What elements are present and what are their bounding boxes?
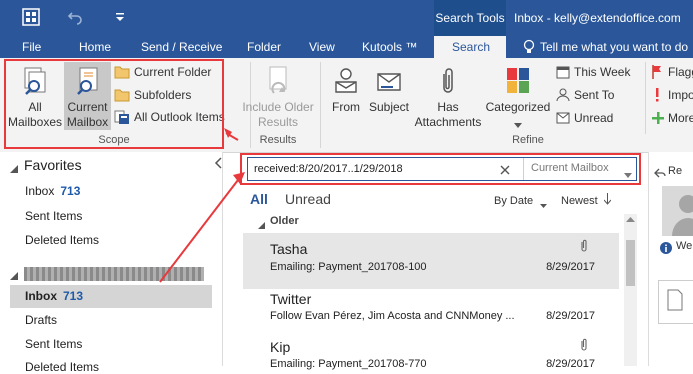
sort-order-label: Newest (561, 195, 598, 207)
mail-subject: Emailing: Payment_201708-100 (270, 261, 427, 273)
triangle-down-icon (258, 218, 265, 232)
attachment-preview[interactable] (658, 280, 693, 324)
mail-subject: Follow Evan Pérez, Jim Acosta and CNNMon… (270, 310, 515, 322)
group-header-older[interactable]: Older (258, 215, 458, 229)
document-icon (667, 289, 683, 311)
sort-by-dropdown[interactable]: By Date (494, 193, 550, 209)
attachment-icon (579, 338, 589, 352)
mail-date: 8/29/2017 (546, 310, 595, 322)
mail-subject: Emailing: Payment_201708-770 (270, 358, 427, 370)
filter-all[interactable]: All (250, 191, 268, 207)
mail-list-scrollbar[interactable] (624, 214, 637, 366)
attachment-icon (579, 239, 589, 253)
reply-label: Re (668, 165, 683, 177)
mail-list-item[interactable]: Kip Emailing: Payment_201708-770 8/29/20… (243, 333, 619, 370)
mail-date: 8/29/2017 (546, 358, 595, 370)
mail-date: 8/29/2017 (546, 261, 595, 273)
mail-list-item[interactable]: Tasha Emailing: Payment_201708-100 8/29/… (243, 233, 619, 289)
chevron-down-icon (540, 197, 547, 211)
info-label: We (676, 240, 693, 252)
reply-button[interactable]: Re (654, 165, 693, 181)
arrow-down-icon (603, 193, 612, 208)
group-header-label: Older (270, 215, 299, 227)
scroll-up-icon[interactable] (626, 214, 635, 224)
reply-icon (654, 167, 666, 181)
info-icon (660, 242, 672, 256)
sort-by-label: By Date (494, 195, 534, 207)
mail-sender: Kip (270, 339, 291, 355)
filter-unread[interactable]: Unread (285, 191, 331, 207)
sort-order-toggle[interactable]: Newest (561, 193, 617, 209)
reading-pane (648, 152, 693, 366)
mail-sender: Tasha (270, 241, 308, 257)
scrollbar-thumb[interactable] (626, 240, 635, 286)
mail-sender: Twitter (270, 291, 312, 307)
sender-avatar (662, 186, 693, 236)
info-bar: We (660, 240, 693, 256)
